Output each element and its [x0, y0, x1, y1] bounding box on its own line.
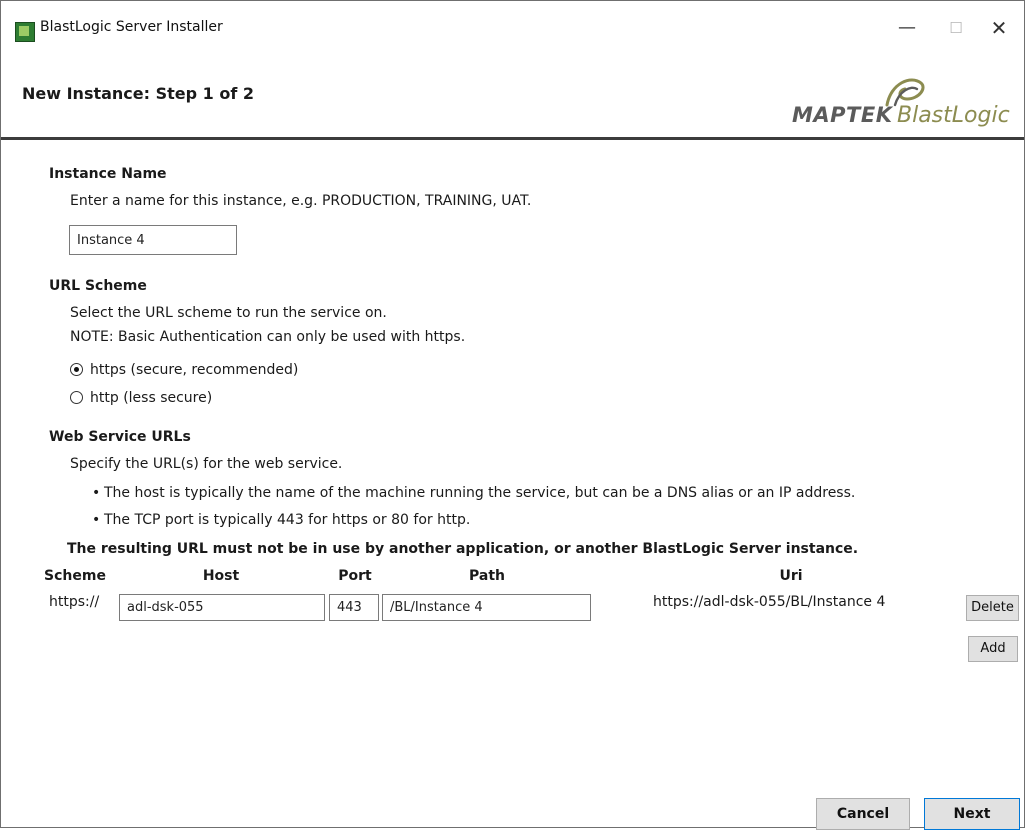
url-scheme-heading: URL Scheme [49, 278, 147, 294]
column-path: Path [469, 568, 505, 584]
web-service-description: Specify the URL(s) for the web service. [70, 456, 343, 472]
instance-name-input[interactable] [69, 225, 237, 255]
instance-name-description: Enter a name for this instance, e.g. PRO… [70, 193, 532, 209]
next-button[interactable]: Next [924, 798, 1020, 830]
column-host: Host [202, 568, 240, 584]
column-port: Port [338, 568, 372, 584]
delete-button[interactable]: Delete [966, 595, 1019, 621]
maximize-button[interactable]: ☐ [934, 13, 978, 43]
url-scheme-note: NOTE: Basic Authentication can only be u… [70, 329, 466, 345]
title-bar: BlastLogic Server Installer — ☐ ✕ [1, 1, 1024, 42]
step-title: New Instance: Step 1 of 2 [22, 84, 255, 103]
bullet-host: The host is typically the name of the ma… [92, 485, 855, 501]
path-input[interactable] [382, 594, 591, 621]
bullet-port: The TCP port is typically 443 for https … [92, 512, 470, 528]
radio-http-label[interactable]: http (less secure) [90, 390, 212, 406]
host-input[interactable] [119, 594, 325, 621]
minimize-button[interactable]: — [885, 13, 929, 43]
radio-https-button[interactable] [70, 363, 83, 376]
url-warning: The resulting URL must not be in use by … [67, 541, 859, 557]
web-service-heading: Web Service URLs [49, 429, 191, 445]
url-scheme-description: Select the URL scheme to run the service… [70, 305, 387, 321]
row-scheme: https:// [49, 594, 100, 610]
maptek-blastlogic-logo: MAPTEK BlastLogic [791, 77, 1023, 131]
logo-blastlogic-text: BlastLogic [897, 103, 1010, 128]
row-uri: https://adl-dsk-055/BL/Instance 4 [653, 594, 886, 610]
instance-name-heading: Instance Name [49, 166, 167, 182]
cancel-button[interactable]: Cancel [816, 798, 910, 830]
close-button[interactable]: ✕ [977, 13, 1021, 43]
column-uri: Uri [779, 568, 803, 584]
add-button[interactable]: Add [968, 636, 1018, 662]
window-title: BlastLogic Server Installer [40, 19, 223, 35]
installer-window: BlastLogic Server Installer — ☐ ✕ New In… [0, 0, 1025, 830]
port-input[interactable] [329, 594, 379, 621]
radio-https-label[interactable]: https (secure, recommended) [90, 362, 298, 378]
logo-maptek-text: MAPTEK [792, 103, 893, 127]
column-scheme: Scheme [44, 568, 106, 584]
radio-http-button[interactable] [70, 391, 83, 404]
app-icon [15, 22, 35, 42]
